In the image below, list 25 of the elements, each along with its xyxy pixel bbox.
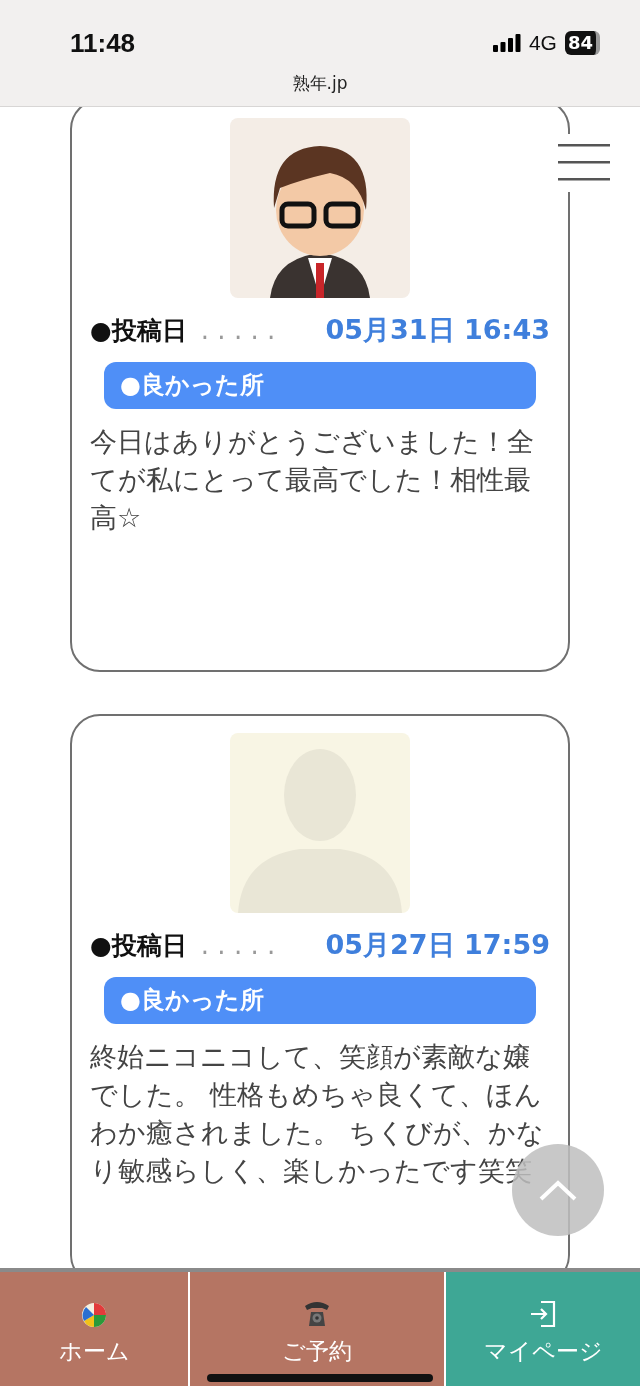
nav-label: マイページ — [483, 1337, 603, 1366]
nav-tab[interactable]: マイページ — [446, 1272, 640, 1386]
section-label: ●良かった所 — [104, 977, 536, 1024]
site-domain: 熟年.jp — [291, 72, 349, 95]
nav-label: ご予約 — [282, 1337, 352, 1366]
clock-time: 11:48 — [70, 27, 136, 59]
post-date: 05月27日 17:59 — [325, 928, 550, 962]
signal-icon — [492, 34, 521, 52]
post-date: 05月31日 16:43 — [325, 313, 550, 347]
telephone-icon — [302, 1300, 332, 1328]
chevron-up-icon — [538, 1179, 578, 1201]
login-icon — [530, 1300, 556, 1328]
network-type: 4G — [528, 31, 557, 55]
section-label: ●良かった所 — [104, 362, 536, 409]
ball-icon — [81, 1302, 107, 1328]
nav-label: ホーム — [58, 1337, 130, 1366]
battery-level: 84 — [564, 31, 600, 55]
dot-leader: . . . . . — [200, 930, 277, 960]
dot-leader: . . . . . — [200, 315, 277, 345]
review-text: 今日はありがとうございました！全てが私にとって最高でした！相性最高☆ — [90, 425, 535, 535]
review-text: 終始ニコニコして、笑顔が素敵な嬢でした。 性格もめちゃ良くて、ほんわか癒されました。 ちくびが、かなり敏感らしく、楽しかったです笑笑 — [90, 1040, 544, 1188]
nav-tab[interactable]: ご予約 — [190, 1272, 444, 1386]
nav-tab[interactable]: ホーム — [0, 1272, 188, 1386]
post-date-label: ●投稿日 — [90, 930, 187, 962]
post-date-label: ●投稿日 — [90, 315, 187, 347]
